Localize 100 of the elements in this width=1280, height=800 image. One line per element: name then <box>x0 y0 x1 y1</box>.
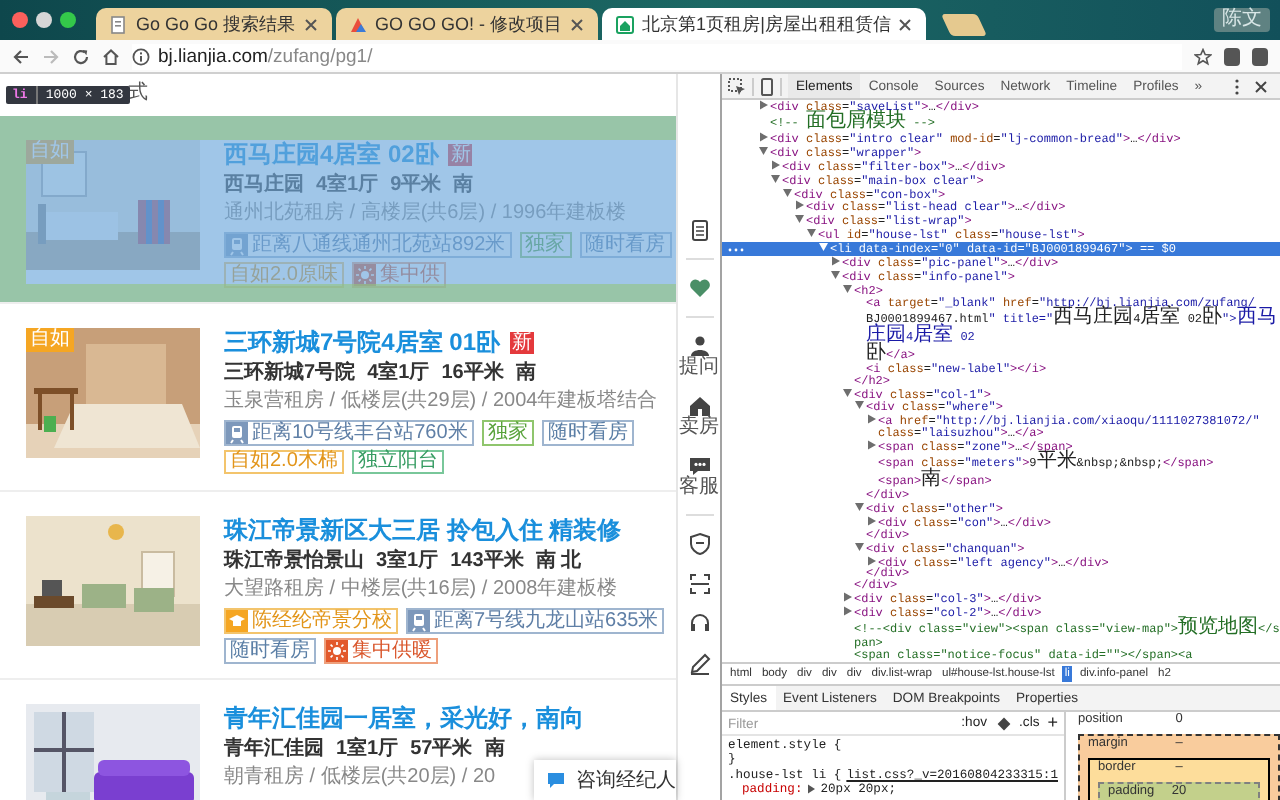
room-layout: 1室1厅 <box>336 738 399 762</box>
expand-arrow[interactable] <box>758 131 770 142</box>
listing-details: 玉泉营租房 / 低楼层(共29层) / 2004年建板塔结合 <box>224 390 658 414</box>
headset-icon[interactable] <box>687 612 711 636</box>
browser-tab[interactable]: Go Go Go 搜索结果 <box>96 8 332 40</box>
star-icon[interactable] <box>1194 47 1212 65</box>
zoom-button[interactable] <box>60 12 76 28</box>
tag-text: 集中供 <box>379 265 440 285</box>
chat-icon <box>687 454 711 476</box>
listing-title[interactable]: 青年汇佳园一居室，采光好，南向 <box>224 702 584 736</box>
expand-arrow[interactable] <box>842 283 854 294</box>
expand-arrow[interactable] <box>842 387 854 397</box>
expand-arrow[interactable] <box>842 606 854 617</box>
community-link[interactable]: 三环新城7号院 <box>224 362 356 386</box>
tag-text: 距离7号线九龙山站635米 <box>434 611 659 631</box>
browser-tab[interactable]: 北京第1页租房|房屋出租租赁信 <box>602 8 927 40</box>
sun-icon <box>326 640 348 662</box>
inspect-icon[interactable] <box>728 77 746 95</box>
minimize-button[interactable] <box>36 12 52 28</box>
expand-arrow[interactable] <box>830 256 842 267</box>
consult-button[interactable]: 咨询经纪人 <box>534 760 676 800</box>
floor-area: 57平米 <box>410 738 473 762</box>
feature-tag: 随时看房 <box>541 420 634 446</box>
paint-icon[interactable] <box>995 716 1012 732</box>
tag-text: 距离10号线丰台站760米 <box>252 423 468 443</box>
sun-icon <box>353 264 376 286</box>
address-field[interactable]: bj.lianjia.com/zufang/pg1/ <box>132 43 1182 69</box>
house-icon <box>616 15 635 33</box>
scan-icon[interactable] <box>687 572 711 596</box>
close-icon[interactable] <box>570 17 585 31</box>
menu-icon[interactable] <box>1232 77 1242 95</box>
add-rule-button[interactable]: + <box>1047 716 1058 732</box>
sidebar-button[interactable]: 提问 <box>679 334 719 378</box>
expand-arrow[interactable] <box>758 100 770 110</box>
listing-details: 朝青租房 / 低楼层(共20层) / 20 <box>224 766 496 790</box>
photo-label: 自如 <box>26 140 74 164</box>
info-icon[interactable] <box>132 47 150 65</box>
expand-arrow[interactable] <box>866 414 878 425</box>
listing-title[interactable]: 珠江帝景新区大三居 拎包入住 精装修 <box>224 514 622 548</box>
expand-arrow[interactable] <box>830 269 842 280</box>
pencil-icon[interactable] <box>687 652 711 676</box>
orientation: 南 <box>484 738 505 762</box>
clipboard-icon[interactable] <box>687 218 711 242</box>
expand-arrow[interactable] <box>758 145 770 156</box>
heart-icon[interactable] <box>687 276 711 300</box>
train-icon <box>226 422 248 444</box>
expand-arrow[interactable] <box>854 501 866 512</box>
device-icon[interactable] <box>760 77 774 95</box>
person-icon <box>687 334 711 356</box>
train-icon <box>408 610 430 632</box>
community-link[interactable]: 青年汇佳园 <box>224 738 324 762</box>
expand-arrow[interactable] <box>854 400 866 411</box>
expand-arrow[interactable] <box>866 440 878 451</box>
new-badge: 新 <box>510 332 535 354</box>
orientation: 南 北 <box>535 550 582 574</box>
feature-tag: 随时看房 <box>224 638 316 664</box>
photo-label: 自如 <box>26 328 74 352</box>
close-icon[interactable] <box>898 17 913 31</box>
new-badge: 新 <box>448 144 473 166</box>
expand-arrow[interactable] <box>866 515 878 526</box>
expand-arrow[interactable] <box>866 555 878 566</box>
listing-details: 大望路租房 / 中楼层(共16层) / 2008年建板楼 <box>224 578 618 602</box>
feature-tag: 独立阳台 <box>351 450 444 474</box>
close-icon[interactable] <box>1254 79 1268 93</box>
expand-arrow[interactable] <box>842 592 854 603</box>
expand-arrow[interactable] <box>806 228 818 239</box>
room-layout: 4室1厅 <box>367 362 430 386</box>
home-icon[interactable] <box>102 47 120 65</box>
expand-arrow[interactable] <box>854 541 866 552</box>
sidebar-button[interactable]: 卖房 <box>679 394 719 438</box>
expand-arrow[interactable] <box>794 214 806 225</box>
feature-tag: 自如2.0木棉 <box>224 450 344 474</box>
expand-arrow[interactable] <box>770 173 782 184</box>
reload-icon[interactable] <box>72 47 90 65</box>
floor-area: 16平米 <box>441 362 504 386</box>
listing-title[interactable]: 三环新城7号院4居室 01卧 <box>224 326 501 360</box>
back-icon[interactable] <box>12 47 30 65</box>
expand-arrow[interactable] <box>806 784 817 795</box>
house-icon <box>687 394 711 416</box>
feature-tag: 自如2.0原味 <box>224 262 344 288</box>
floor-area: 143平米 <box>450 550 524 574</box>
feature-tag: 独家 <box>481 420 534 446</box>
new-tab-button[interactable] <box>941 14 988 36</box>
shield-icon[interactable] <box>687 532 711 556</box>
tag-text: 陈经纶帝景分校 <box>252 611 392 631</box>
expand-arrow[interactable] <box>770 159 782 170</box>
browser-tab[interactable]: GO GO GO! - 修改项目 <box>335 8 599 40</box>
expand-arrow[interactable] <box>794 200 806 211</box>
expand-arrow[interactable] <box>818 242 830 253</box>
tag-text: 集中供暖 <box>352 641 432 661</box>
room-layout: 3室1厅 <box>376 550 439 574</box>
room-layout: 4室1厅 <box>316 174 379 198</box>
sidebar-button[interactable]: 客服 <box>679 454 719 498</box>
orientation: 南 <box>453 174 474 198</box>
close-icon[interactable] <box>303 17 318 31</box>
chat-icon <box>546 770 566 790</box>
graduation-cap-icon <box>226 610 248 632</box>
community-link[interactable]: 珠江帝景怡景山 <box>224 550 364 574</box>
close-button[interactable] <box>12 12 28 28</box>
expand-arrow[interactable] <box>782 187 794 198</box>
